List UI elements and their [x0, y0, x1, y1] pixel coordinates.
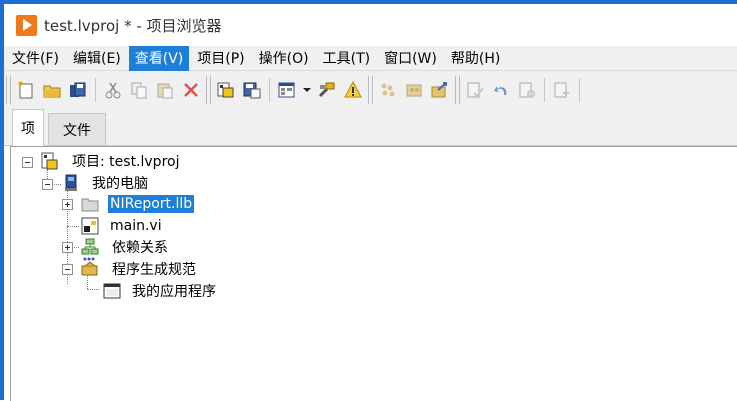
menu-bar: 文件(F) 编辑(E) 查看(V) 项目(P) 操作(O) 工具(T) 窗口(W…	[4, 45, 737, 71]
menu-view[interactable]: 查看(V)	[128, 45, 190, 71]
tree-item-my-application[interactable]: 我的应用程序	[132, 283, 216, 301]
toolbar-separator	[269, 78, 270, 102]
resolve-icon[interactable]	[516, 78, 538, 102]
menu-file[interactable]: 文件(F)	[6, 46, 65, 71]
title-bar[interactable]: test.lvproj * - 项目浏览器	[4, 4, 737, 46]
undo-icon[interactable]	[490, 78, 512, 102]
deploy-icon[interactable]	[429, 78, 451, 102]
menu-help[interactable]: 帮助(H)	[445, 46, 506, 71]
window-title: test.lvproj * - 项目浏览器	[44, 16, 222, 35]
menu-project[interactable]: 项目(P)	[191, 46, 250, 71]
toolbar	[4, 71, 737, 110]
tab-files[interactable]: 文件	[48, 113, 106, 145]
collapse-toggle-build-specs[interactable]	[62, 264, 73, 275]
toolbar-grip[interactable]	[206, 76, 211, 104]
computer-icon	[62, 174, 80, 192]
project-properties-icon[interactable]	[215, 78, 237, 102]
application-icon	[103, 282, 121, 300]
project-icon	[41, 152, 59, 170]
new-icon[interactable]	[15, 78, 37, 102]
folder-icon	[81, 195, 99, 213]
tree-item-build-specifications[interactable]: 程序生成规范	[112, 261, 196, 279]
tools-icon[interactable]	[316, 78, 338, 102]
toolbar-grip[interactable]	[455, 76, 460, 104]
vi-icon	[81, 217, 99, 235]
tree-item-nireport-llb[interactable]: NIReport.llb	[108, 195, 195, 213]
tree-item-dependencies[interactable]: 依赖关系	[112, 239, 168, 257]
toolbar-separator	[544, 78, 545, 102]
menu-tools[interactable]: 工具(T)	[317, 46, 376, 71]
chevron-down-icon[interactable]	[302, 78, 312, 102]
paste-icon[interactable]	[154, 78, 176, 102]
labview-app-icon	[16, 14, 37, 36]
menu-edit[interactable]: 编辑(E)	[67, 46, 127, 71]
toolbar-separator	[95, 78, 96, 102]
tab-strip: 项 文件	[4, 109, 737, 146]
warning-icon[interactable]	[342, 78, 364, 102]
check-icon[interactable]	[464, 78, 486, 102]
tree-item-my-computer[interactable]: 我的电脑	[92, 175, 148, 193]
cut-icon[interactable]	[102, 78, 124, 102]
tree-item-main-vi[interactable]: main.vi	[110, 217, 162, 235]
expand-toggle-dependencies[interactable]	[62, 242, 73, 253]
menu-operate[interactable]: 操作(O)	[253, 46, 315, 71]
toolbar-grip[interactable]	[368, 76, 373, 104]
open-icon[interactable]	[41, 78, 63, 102]
expand-toggle-llb[interactable]	[62, 199, 73, 210]
toolbar-grip[interactable]	[6, 76, 11, 104]
menu-window[interactable]: 窗口(W)	[378, 46, 443, 71]
collapse-toggle-project[interactable]	[22, 157, 33, 168]
view-dropdown-icon[interactable]	[276, 78, 298, 102]
collapse-toggle-computer[interactable]	[42, 179, 53, 190]
build-specifications-icon	[81, 257, 99, 276]
build-all-icon[interactable]	[403, 78, 425, 102]
copy-icon[interactable]	[128, 78, 150, 102]
save-project-icon[interactable]	[241, 78, 263, 102]
tree-connector	[87, 289, 99, 290]
dependencies-icon	[81, 238, 99, 256]
project-tree[interactable]: 项目: test.lvproj 我的电脑 NIReport.llb main.v…	[10, 146, 737, 401]
tree-item-project[interactable]: 项目: test.lvproj	[72, 153, 179, 171]
delete-icon[interactable]	[180, 78, 202, 102]
tab-items[interactable]: 项	[12, 109, 44, 146]
save-all-icon[interactable]	[67, 78, 89, 102]
tree-connector	[67, 226, 79, 227]
build-icon[interactable]	[377, 78, 399, 102]
add-icon[interactable]	[551, 78, 573, 102]
toolbar-separator	[579, 78, 580, 102]
